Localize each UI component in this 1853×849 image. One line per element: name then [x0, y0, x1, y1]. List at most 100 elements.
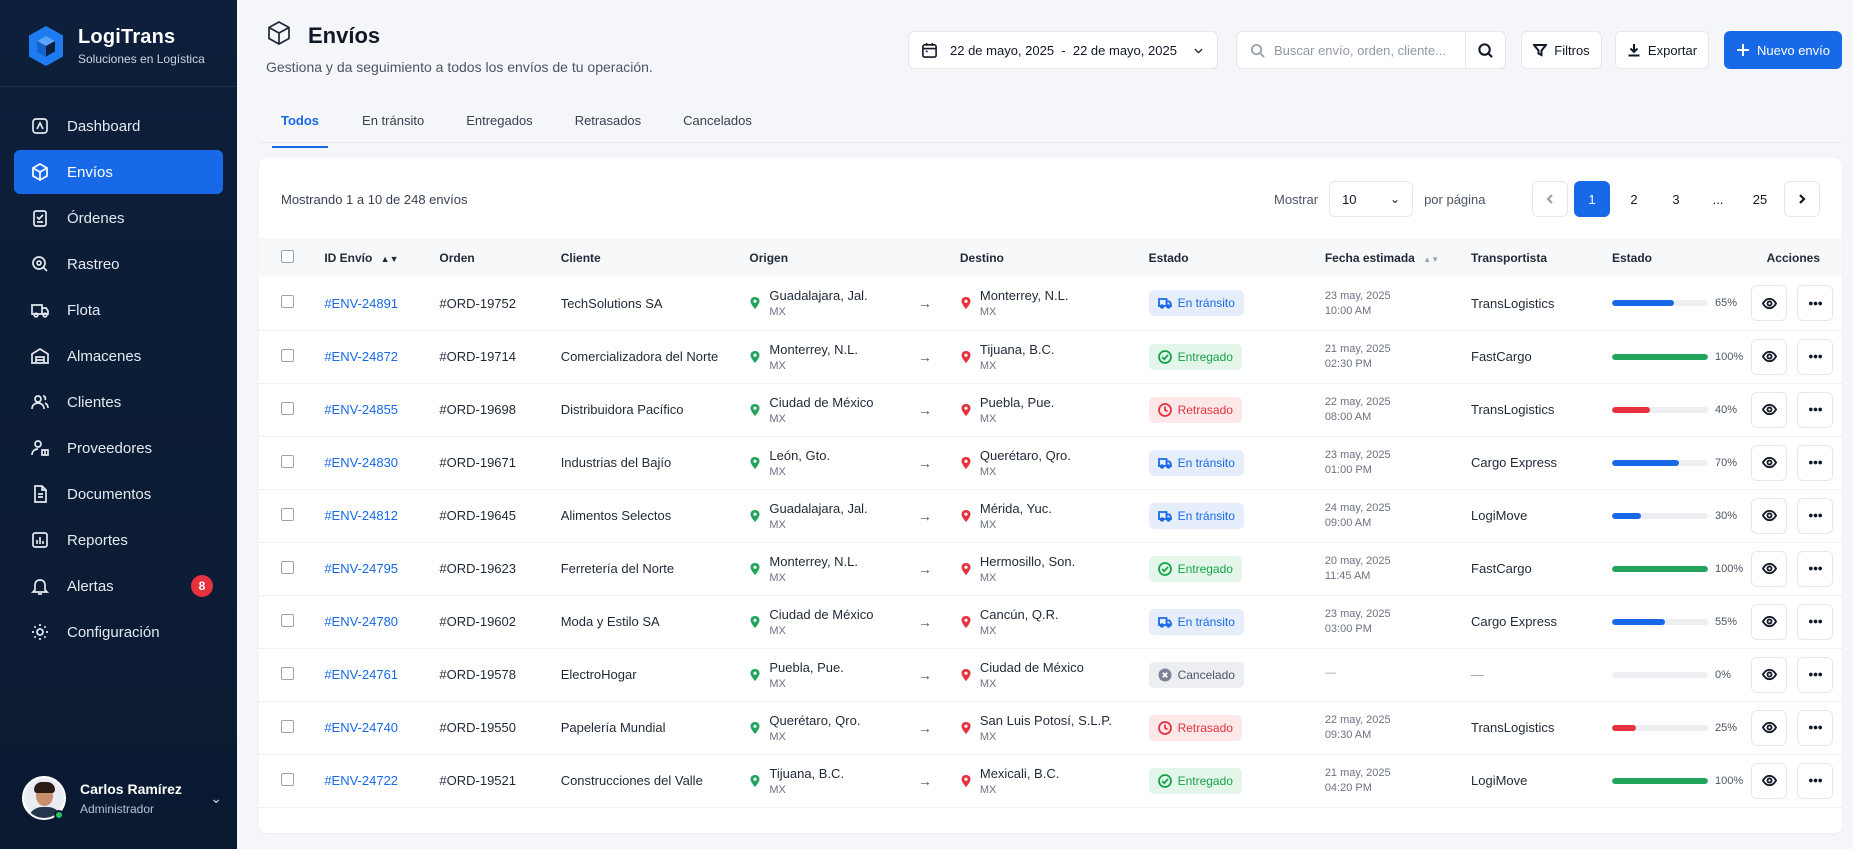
table-row[interactable]: #ENV-24780 #ORD-19602 Moda y Estilo SA C…	[259, 595, 1842, 648]
sidebar-item-ordenes[interactable]: Órdenes	[14, 196, 223, 240]
progress-fill	[1612, 300, 1675, 307]
table-row[interactable]: #ENV-24891 #ORD-19752 TechSolutions SA G…	[259, 277, 1842, 330]
prev-page-button[interactable]	[1532, 181, 1568, 217]
shipment-id-link[interactable]: #ENV-24795	[324, 561, 398, 576]
status-badge: Entregado	[1148, 555, 1242, 582]
row-checkbox[interactable]	[281, 560, 294, 574]
row-checkbox[interactable]	[281, 295, 294, 309]
view-button[interactable]	[1751, 603, 1788, 640]
view-button[interactable]	[1751, 656, 1788, 693]
date-range-picker[interactable]: 22 de mayo, 2025 - 22 de mayo, 2025	[908, 31, 1218, 69]
brand[interactable]: LogiTrans Soluciones en Logística	[26, 24, 205, 68]
shipment-id-link[interactable]: #ENV-24761	[324, 667, 398, 682]
table-row[interactable]: #ENV-24722 #ORD-19521 Construcciones del…	[259, 754, 1842, 807]
table-row[interactable]: #ENV-24830 #ORD-19671 Industrias del Baj…	[259, 436, 1842, 489]
view-button[interactable]	[1751, 391, 1788, 428]
order-id: #ORD-19752	[439, 295, 516, 311]
status-badge: En tránsito	[1148, 502, 1244, 529]
more-options-button[interactable]	[1797, 709, 1833, 746]
sidebar-item-reportes[interactable]: Reportes	[14, 518, 223, 562]
row-checkbox[interactable]	[281, 719, 294, 733]
table-row[interactable]: #ENV-24795 #ORD-19623 Ferretería del Nor…	[259, 542, 1842, 595]
page-button-25[interactable]: 25	[1742, 181, 1778, 217]
view-button[interactable]	[1751, 497, 1788, 534]
view-button[interactable]	[1751, 285, 1788, 322]
origin-pin-icon	[750, 668, 760, 681]
more-options-button[interactable]	[1797, 497, 1833, 534]
row-checkbox[interactable]	[281, 666, 294, 680]
more-options-button[interactable]	[1797, 391, 1833, 428]
page-button-2[interactable]: 2	[1616, 181, 1652, 217]
shipment-id-link[interactable]: #ENV-24722	[324, 773, 398, 788]
shipment-id-link[interactable]: #ENV-24780	[324, 614, 398, 629]
more-options-button[interactable]	[1797, 285, 1833, 322]
sidebar-item-documentos[interactable]: Documentos	[14, 472, 223, 516]
row-checkbox[interactable]	[281, 348, 294, 362]
sidebar-item-almacenes[interactable]: Almacenes	[14, 334, 223, 378]
status-badge: Entregado	[1148, 767, 1242, 794]
download-icon	[1628, 44, 1640, 57]
sidebar-item-proveedores[interactable]: Proveedores	[14, 426, 223, 470]
per-page-select[interactable]: 10 ⌄	[1329, 181, 1414, 217]
column-header[interactable]: Fecha estimada ▲▼	[1325, 238, 1471, 277]
sidebar-item-clientes[interactable]: Clientes	[14, 380, 223, 424]
sidebar-item-dashboard[interactable]: Dashboard	[14, 104, 223, 148]
sidebar-item-flota[interactable]: Flota	[14, 288, 223, 332]
shipment-id-link[interactable]: #ENV-24812	[324, 508, 398, 523]
more-options-button[interactable]	[1797, 603, 1833, 640]
user-menu[interactable]: Carlos Ramírez Administrador ⌄	[22, 776, 222, 820]
search-button[interactable]	[1466, 31, 1506, 69]
order-id: #ORD-19714	[439, 349, 516, 364]
search-input[interactable]	[1274, 42, 1454, 58]
destination-country: MX	[979, 465, 997, 478]
row-checkbox[interactable]	[281, 613, 294, 627]
page-button-1[interactable]: 1	[1574, 181, 1610, 217]
more-options-button[interactable]	[1797, 762, 1833, 799]
progress-bar	[1612, 512, 1708, 519]
chevron-down-icon[interactable]: ⌄	[210, 790, 222, 807]
export-button[interactable]: Exportar	[1615, 31, 1709, 69]
view-button[interactable]	[1751, 550, 1788, 587]
next-page-button[interactable]	[1784, 181, 1820, 217]
filters-button[interactable]: Filtros	[1521, 31, 1602, 69]
results-summary: Mostrando 1 a 10 de 248 envíos	[281, 192, 468, 207]
sidebar-item-configuracion[interactable]: Configuración	[14, 610, 223, 654]
shipment-id-link[interactable]: #ENV-24891	[324, 296, 398, 311]
view-button[interactable]	[1751, 762, 1788, 799]
shipment-id-link[interactable]: #ENV-24872	[324, 349, 398, 364]
table-row[interactable]: #ENV-24740 #ORD-19550 Papelería Mundial …	[259, 701, 1842, 754]
shipment-id-link[interactable]: #ENV-24855	[324, 402, 398, 417]
sidebar-item-label: Alertas	[67, 577, 114, 595]
more-options-button[interactable]	[1797, 656, 1833, 693]
select-all-checkbox[interactable]	[281, 249, 294, 263]
table-row[interactable]: #ENV-24855 #ORD-19698 Distribuidora Pací…	[259, 383, 1842, 436]
divider	[259, 142, 1842, 143]
table-row[interactable]: #ENV-24812 #ORD-19645 Alimentos Selectos…	[259, 489, 1842, 542]
page-button-3[interactable]: 3	[1658, 181, 1694, 217]
view-button[interactable]	[1751, 709, 1788, 746]
more-options-button[interactable]	[1797, 338, 1833, 375]
row-checkbox[interactable]	[281, 454, 294, 468]
shipment-id-link[interactable]: #ENV-24740	[324, 720, 398, 735]
progress-percent: 65%	[1715, 297, 1738, 310]
more-options-button[interactable]	[1797, 550, 1833, 587]
sidebar-item-envios[interactable]: Envíos	[14, 150, 223, 194]
progress-bar	[1612, 777, 1708, 784]
origin-pin-icon	[750, 721, 760, 734]
more-options-button[interactable]	[1797, 444, 1833, 481]
bell-icon	[30, 576, 50, 596]
row-checkbox[interactable]	[281, 507, 294, 521]
sidebar-item-rastreo[interactable]: Rastreo	[14, 242, 223, 286]
table-row[interactable]: #ENV-24761 #ORD-19578 ElectroHogar Puebl…	[259, 648, 1842, 701]
status-badge: Retrasado	[1148, 714, 1242, 741]
shipment-id-link[interactable]: #ENV-24830	[324, 455, 398, 470]
eye-icon	[1761, 668, 1777, 681]
view-button[interactable]	[1751, 444, 1788, 481]
view-button[interactable]	[1751, 338, 1788, 375]
row-checkbox[interactable]	[281, 772, 294, 786]
sidebar-item-alertas[interactable]: Alertas 8	[14, 564, 223, 608]
new-shipment-button[interactable]: Nuevo envío	[1724, 31, 1842, 69]
table-row[interactable]: #ENV-24872 #ORD-19714 Comercializadora d…	[259, 330, 1842, 383]
column-header[interactable]: ID Envío ▲▼	[324, 238, 439, 277]
row-checkbox[interactable]	[281, 401, 294, 415]
